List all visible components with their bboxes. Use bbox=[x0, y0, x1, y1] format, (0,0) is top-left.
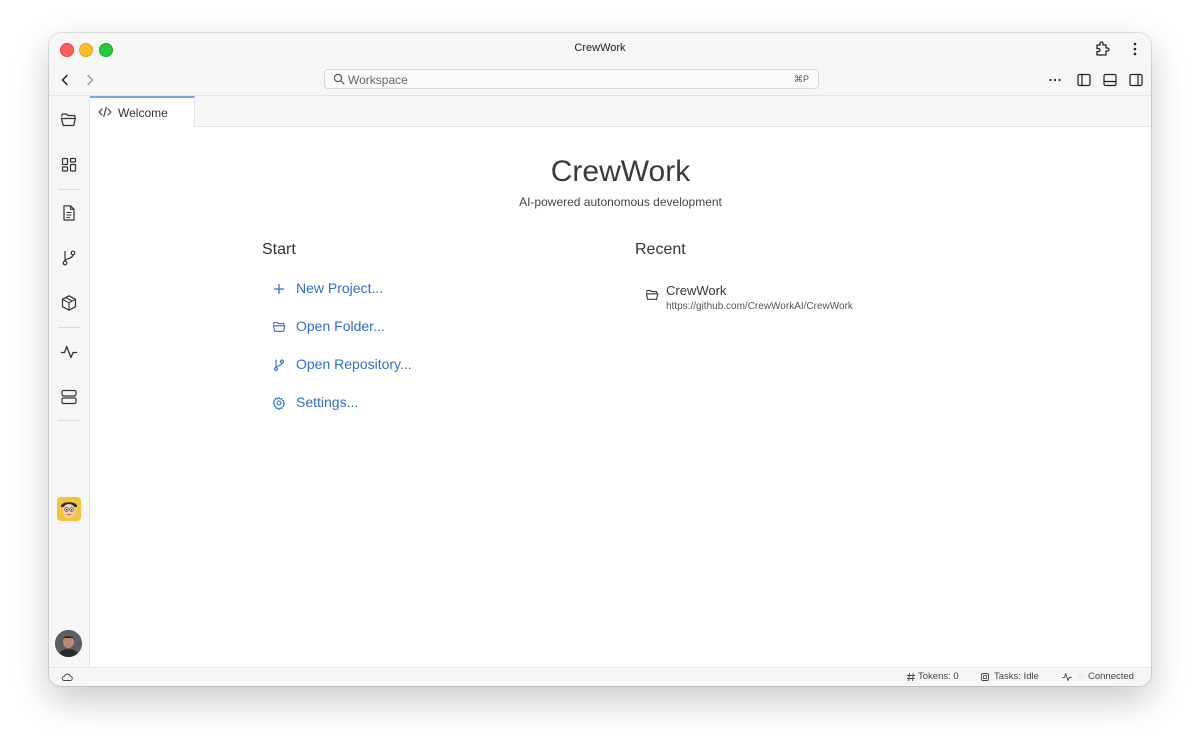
open-repository-link[interactable]: Open Repository... bbox=[272, 355, 432, 375]
welcome-subtitle: AI-powered autonomous development bbox=[519, 195, 722, 209]
tab-welcome[interactable]: Welcome bbox=[90, 96, 195, 127]
user-avatar[interactable] bbox=[55, 630, 82, 657]
document-icon[interactable] bbox=[59, 203, 79, 223]
package-icon[interactable] bbox=[59, 293, 79, 313]
new-project-link[interactable]: New Project... bbox=[272, 279, 412, 299]
welcome-title: CrewWork bbox=[550, 155, 691, 188]
toggle-right-panel-icon[interactable] bbox=[1128, 72, 1144, 88]
tab-label: Welcome bbox=[118, 106, 168, 120]
dashboard-icon[interactable] bbox=[59, 155, 79, 175]
status-bar: Tokens: 0 Tasks: Idle Connected bbox=[49, 667, 1151, 686]
activity-separator bbox=[58, 420, 80, 421]
recent-item-url: https://github.com/CrewWorkAI/CrewWork bbox=[666, 301, 853, 312]
hash-icon bbox=[906, 672, 915, 682]
git-branch-icon bbox=[274, 359, 284, 371]
kebab-menu-icon[interactable] bbox=[1131, 40, 1139, 58]
search-icon bbox=[333, 73, 345, 85]
search-placeholder: Workspace bbox=[348, 73, 408, 87]
user-photo-icon bbox=[55, 630, 82, 657]
activity-icon[interactable] bbox=[59, 342, 79, 362]
plus-icon bbox=[273, 283, 285, 295]
recent-heading: Recent bbox=[635, 241, 686, 258]
folder-icon bbox=[272, 321, 286, 332]
start-heading: Start bbox=[262, 241, 296, 258]
mascot-face-icon bbox=[61, 502, 77, 518]
folder-icon bbox=[645, 289, 659, 300]
recent-item-name: CrewWork bbox=[666, 283, 727, 298]
connection-indicator bbox=[1077, 673, 1084, 680]
app-window: CrewWork Workspace ⌘P Welcome CrewWork A… bbox=[49, 33, 1151, 686]
tab-bar: Welcome bbox=[90, 96, 1151, 127]
mascot-avatar[interactable] bbox=[57, 497, 81, 521]
activity-icon bbox=[1062, 673, 1072, 681]
recent-item-crewwork[interactable]: CrewWork https://github.com/CrewWorkAI/C… bbox=[645, 283, 945, 317]
folder-icon[interactable] bbox=[59, 110, 79, 130]
workspace-search[interactable]: Workspace ⌘P bbox=[324, 69, 819, 89]
tasks-status[interactable]: Tasks: Idle bbox=[994, 671, 1039, 682]
welcome-page: CrewWork AI-powered autonomous developme… bbox=[90, 127, 1151, 668]
extensions-icon[interactable] bbox=[1093, 40, 1111, 58]
tokens-status[interactable]: Tokens: 0 bbox=[918, 671, 959, 682]
gear-icon bbox=[272, 397, 285, 410]
toggle-bottom-panel-icon[interactable] bbox=[1102, 72, 1118, 88]
connection-status[interactable]: Connected bbox=[1088, 671, 1134, 682]
new-project-label: New Project... bbox=[296, 280, 384, 296]
window-title: CrewWork bbox=[574, 42, 626, 54]
code-icon bbox=[98, 106, 112, 118]
forward-icon[interactable] bbox=[82, 72, 98, 88]
activity-separator bbox=[58, 327, 80, 328]
open-folder-label: Open Folder... bbox=[296, 318, 385, 334]
more-icon[interactable] bbox=[1047, 72, 1063, 88]
search-shortcut: ⌘P bbox=[793, 74, 809, 84]
cloud-icon[interactable] bbox=[61, 672, 73, 682]
activity-separator bbox=[58, 189, 80, 190]
cpu-icon bbox=[981, 673, 989, 681]
server-icon[interactable] bbox=[59, 387, 79, 407]
navigation-bar: Workspace ⌘P bbox=[49, 65, 1151, 96]
activity-bar bbox=[49, 96, 90, 668]
back-icon[interactable] bbox=[57, 72, 73, 88]
open-repository-label: Open Repository... bbox=[296, 356, 412, 372]
git-branch-icon[interactable] bbox=[59, 248, 79, 268]
settings-link[interactable]: Settings... bbox=[272, 393, 392, 413]
open-folder-link[interactable]: Open Folder... bbox=[272, 317, 412, 337]
toggle-left-panel-icon[interactable] bbox=[1076, 72, 1092, 88]
title-bar: CrewWork bbox=[49, 33, 1151, 65]
settings-label: Settings... bbox=[296, 394, 359, 410]
